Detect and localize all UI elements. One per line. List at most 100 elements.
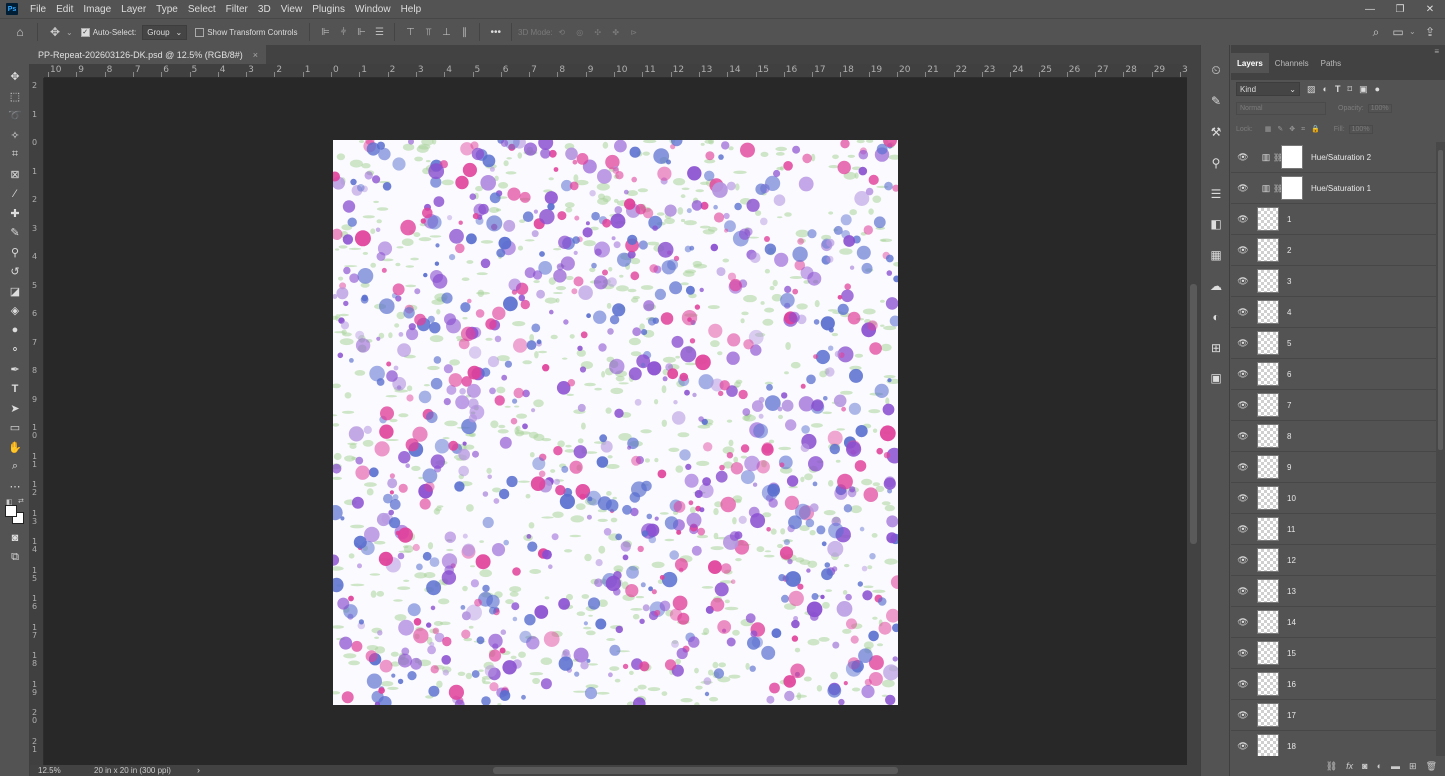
layer-name[interactable]: 4	[1287, 308, 1291, 317]
share-icon[interactable]: ⇪	[1419, 21, 1441, 43]
screen-mode-icon[interactable]: ⧉	[0, 548, 30, 568]
brushes-icon[interactable]: ⚒	[1201, 117, 1231, 148]
visibility-eye-icon[interactable]: 👁	[1231, 524, 1255, 535]
visibility-eye-icon[interactable]: 👁	[1231, 617, 1255, 628]
layer-row[interactable]: 👁 10	[1231, 483, 1445, 514]
move-tool-preset-icon[interactable]: ✥	[44, 21, 66, 43]
layer-name[interactable]: 12	[1287, 556, 1296, 565]
filter-type-icon[interactable]: T	[1335, 84, 1341, 94]
quick-mask-icon[interactable]: ◙	[0, 528, 30, 548]
visibility-eye-icon[interactable]: 👁	[1231, 555, 1255, 566]
layer-name[interactable]: 18	[1287, 742, 1296, 751]
layer-thumbnail[interactable]	[1257, 610, 1279, 634]
filter-shape-icon[interactable]: ⌑	[1347, 84, 1352, 95]
3d-roll-icon[interactable]: ◎	[571, 23, 589, 41]
new-group-icon[interactable]: ▬	[1391, 761, 1400, 771]
layer-thumbnail[interactable]	[1257, 641, 1279, 665]
brush-settings-icon[interactable]: ✎	[1201, 86, 1231, 117]
visibility-eye-icon[interactable]: 👁	[1231, 400, 1255, 411]
marquee-tool-icon[interactable]: ⬚	[0, 87, 30, 107]
layer-row[interactable]: 👁 2	[1231, 235, 1445, 266]
visibility-eye-icon[interactable]: 👁	[1231, 462, 1255, 473]
visibility-eye-icon[interactable]: 👁	[1231, 183, 1255, 194]
canvas-area[interactable]	[44, 78, 1187, 765]
tab-channels[interactable]: Channels	[1269, 53, 1315, 73]
layer-row[interactable]: 👁 6	[1231, 359, 1445, 390]
delete-layer-icon[interactable]: 🗑	[1426, 761, 1437, 772]
history-panel-icon[interactable]: ⏲	[1201, 55, 1231, 86]
zoom-level[interactable]: 12.5%	[38, 766, 61, 775]
filter-smart-object-icon[interactable]: ▣	[1359, 84, 1368, 95]
menu-file[interactable]: File	[25, 4, 51, 15]
filter-toggle-icon[interactable]: ●	[1375, 84, 1380, 94]
layer-row[interactable]: 👁 15	[1231, 638, 1445, 669]
layer-row[interactable]: 👁 1	[1231, 204, 1445, 235]
visibility-eye-icon[interactable]: 👁	[1231, 741, 1255, 752]
clone-stamp-tool-icon[interactable]: ⚲	[0, 243, 30, 263]
layer-row[interactable]: 👁 ▥ ⛓ Hue/Saturation 1	[1231, 173, 1445, 204]
layer-name[interactable]: Hue/Saturation 1	[1311, 184, 1371, 193]
layer-name[interactable]: 10	[1287, 494, 1296, 503]
layer-row[interactable]: 👁 17	[1231, 700, 1445, 731]
3d-scale-icon[interactable]: ⊳	[625, 23, 643, 41]
blend-mode-select[interactable]: Normal	[1236, 102, 1326, 115]
layer-row[interactable]: 👁 4	[1231, 297, 1445, 328]
swap-colors-icon[interactable]: ⇄	[18, 497, 24, 505]
panel-menu-icon[interactable]: ≡	[1434, 47, 1439, 56]
layer-thumbnail[interactable]	[1257, 517, 1279, 541]
layer-thumbnail[interactable]	[1257, 331, 1279, 355]
horizontal-scroll-thumb[interactable]	[493, 767, 898, 774]
patterns-icon[interactable]: ⊞	[1201, 332, 1231, 363]
paint-bucket-tool-icon[interactable]: ◈	[0, 301, 30, 321]
layer-mask-thumbnail[interactable]	[1281, 145, 1303, 169]
visibility-eye-icon[interactable]: 👁	[1231, 679, 1255, 690]
layer-row[interactable]: 👁 5	[1231, 328, 1445, 359]
layer-name[interactable]: Hue/Saturation 2	[1311, 153, 1371, 162]
minimize-button[interactable]: —	[1355, 0, 1385, 18]
fill-value[interactable]: 100%	[1348, 125, 1373, 134]
layer-thumbnail[interactable]	[1257, 579, 1279, 603]
blur-tool-icon[interactable]: ●	[0, 321, 30, 341]
magic-wand-tool-icon[interactable]: ✧	[0, 126, 30, 146]
align-vcenter-icon[interactable]: ⫪	[419, 23, 437, 41]
brush-tool-icon[interactable]: ✎	[0, 223, 30, 243]
swatches-icon[interactable]: ▦	[1201, 240, 1231, 271]
layer-name[interactable]: 9	[1287, 463, 1291, 472]
gradients-icon[interactable]: ◧	[1201, 209, 1231, 240]
layer-name[interactable]: 6	[1287, 370, 1291, 379]
properties-icon[interactable]: ▣	[1201, 363, 1231, 394]
menu-type[interactable]: Type	[151, 4, 183, 15]
vertical-scrollbar[interactable]	[1187, 64, 1200, 765]
layer-name[interactable]: 15	[1287, 649, 1296, 658]
visibility-eye-icon[interactable]: 👁	[1231, 586, 1255, 597]
align-left-icon[interactable]: ⊫	[316, 23, 334, 41]
visibility-eye-icon[interactable]: 👁	[1231, 307, 1255, 318]
more-options-button[interactable]: •••	[490, 27, 501, 38]
visibility-eye-icon[interactable]: 👁	[1231, 245, 1255, 256]
visibility-eye-icon[interactable]: 👁	[1231, 276, 1255, 287]
menu-plugins[interactable]: Plugins	[307, 4, 350, 15]
layer-thumbnail[interactable]	[1257, 672, 1279, 696]
eyedropper-tool-icon[interactable]: ⁄	[0, 184, 30, 204]
show-transform-checkbox[interactable]: Show Transform Controls	[195, 27, 297, 37]
lock-icons[interactable]: ▦✎✥⌗🔒	[1265, 125, 1326, 134]
menu-view[interactable]: View	[276, 4, 308, 15]
layer-row[interactable]: 👁 14	[1231, 607, 1445, 638]
edit-toolbar-icon[interactable]: ⋯	[0, 477, 30, 497]
menu-help[interactable]: Help	[396, 4, 427, 15]
layer-mask-thumbnail[interactable]	[1281, 176, 1303, 200]
new-layer-icon[interactable]: ⊞	[1409, 761, 1417, 772]
frame-tool-icon[interactable]: ⊠	[0, 165, 30, 185]
visibility-eye-icon[interactable]: 👁	[1231, 152, 1255, 163]
layer-thumbnail[interactable]	[1257, 238, 1279, 262]
3d-drag-icon[interactable]: ✣	[589, 23, 607, 41]
type-tool-icon[interactable]: T	[0, 379, 30, 399]
search-icon[interactable]: ⌕	[1365, 21, 1387, 43]
layer-thumbnail[interactable]	[1257, 362, 1279, 386]
rectangle-tool-icon[interactable]: ▭	[0, 418, 30, 438]
tab-layers[interactable]: Layers	[1231, 53, 1269, 73]
layer-row[interactable]: 👁 3	[1231, 266, 1445, 297]
menu-filter[interactable]: Filter	[221, 4, 253, 15]
visibility-eye-icon[interactable]: 👁	[1231, 369, 1255, 380]
document-tab[interactable]: PP-Repeat-202603126-DK.psd @ 12.5% (RGB/…	[30, 45, 267, 64]
